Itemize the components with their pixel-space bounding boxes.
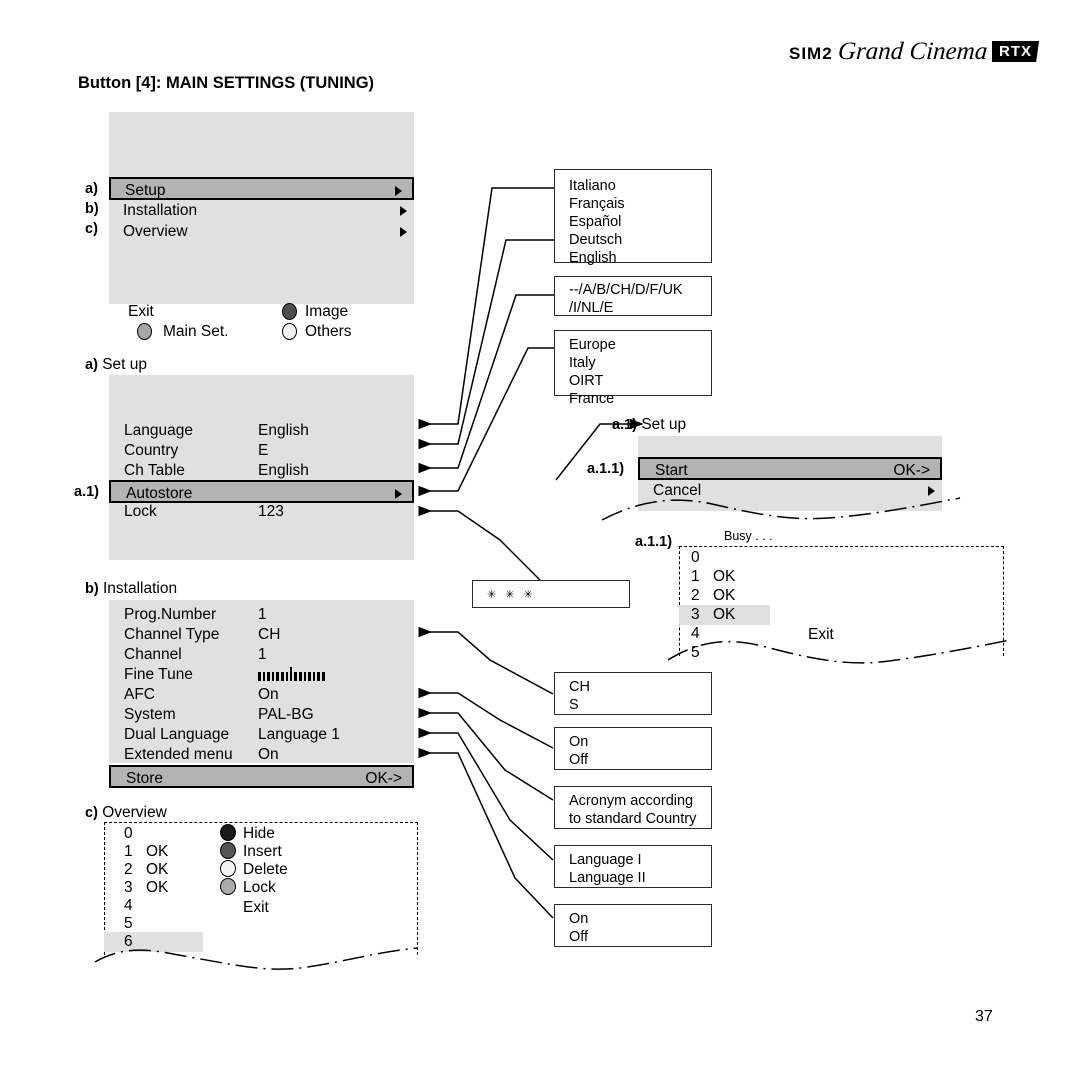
busy-torn-edge: [667, 639, 1011, 664]
page-number: 37: [975, 1008, 993, 1025]
